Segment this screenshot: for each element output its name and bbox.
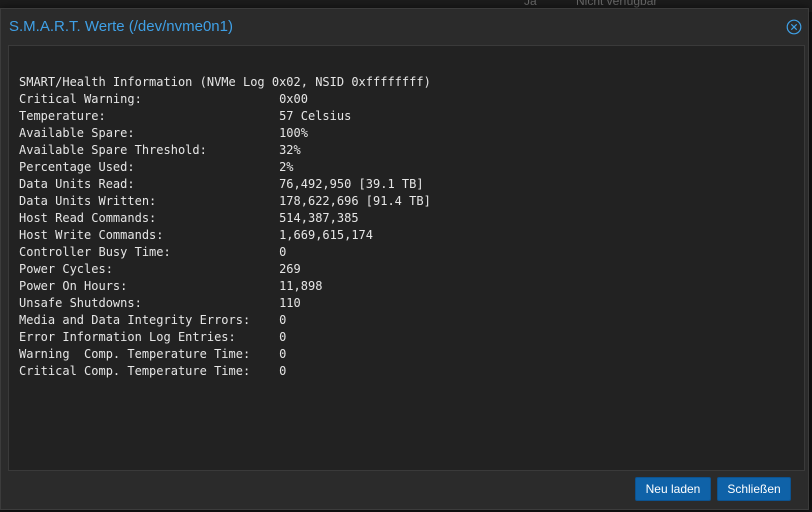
smart-output-line: Data Units Read: 76,492,950 [39.1 TB]	[19, 177, 424, 191]
smart-output-line: Critical Comp. Temperature Time: 0	[19, 364, 287, 378]
smart-output-line: Host Read Commands: 514,387,385	[19, 211, 359, 225]
background-cell: Ja	[524, 0, 537, 8]
smart-output-line: Warning Comp. Temperature Time: 0	[19, 347, 287, 361]
smart-output-line: SMART/Health Information (NVMe Log 0x02,…	[19, 75, 431, 89]
smart-output-line: Available Spare: 100%	[19, 126, 308, 140]
smart-output-line: Unsafe Shutdowns: 110	[19, 296, 301, 310]
smart-output-line: Percentage Used: 2%	[19, 160, 294, 174]
smart-output-text: SMART/Health Information (NVMe Log 0x02,…	[19, 74, 431, 380]
smart-output-line: Temperature: 57 Celsius	[19, 109, 352, 123]
close-button[interactable]: Schließen	[717, 477, 791, 501]
smart-output-line: Critical Warning: 0x00	[19, 92, 308, 106]
smart-output-line: Data Units Written: 178,622,696 [91.4 TB…	[19, 194, 431, 208]
dialog-header: S.M.A.R.T. Werte (/dev/nvme0n1)	[1, 9, 808, 45]
smart-values-dialog: S.M.A.R.T. Werte (/dev/nvme0n1) SMART/He…	[0, 8, 809, 510]
dialog-footer: Neu laden Schließen	[1, 469, 808, 509]
smart-output-panel: SMART/Health Information (NVMe Log 0x02,…	[8, 45, 805, 471]
smart-output-line: Host Write Commands: 1,669,615,174	[19, 228, 374, 242]
smart-output-line: Media and Data Integrity Errors: 0	[19, 313, 287, 327]
close-icon[interactable]	[786, 19, 802, 35]
dialog-title: S.M.A.R.T. Werte (/dev/nvme0n1)	[9, 18, 233, 35]
smart-output-line: Error Information Log Entries: 0	[19, 330, 287, 344]
smart-output-line: Available Spare Threshold: 32%	[19, 143, 301, 157]
smart-output-line: Power Cycles: 269	[19, 262, 301, 276]
background-cell: Nicht verfügbar	[576, 0, 658, 8]
reload-button[interactable]: Neu laden	[635, 477, 711, 501]
smart-output-line: Power On Hours: 11,898	[19, 279, 323, 293]
smart-output-line: Controller Busy Time: 0	[19, 245, 287, 259]
